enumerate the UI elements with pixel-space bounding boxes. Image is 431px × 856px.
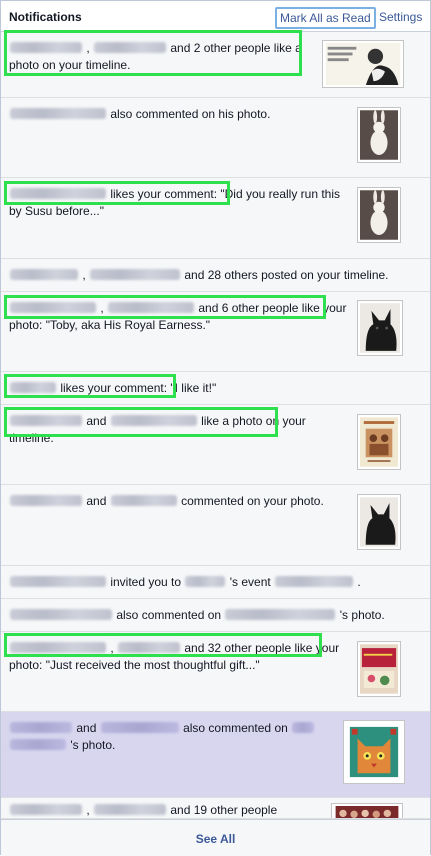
notification-text: , and 32 other people like your photo: "… (9, 640, 350, 674)
blurred-event-name[interactable] (275, 576, 354, 587)
notification-text: and also commented on 's photo. (9, 720, 334, 754)
blurred-name[interactable] (10, 269, 78, 280)
notification-item[interactable]: invited you to 's event . (1, 566, 430, 599)
notification-text-part: , (86, 41, 90, 55)
notification-text-part: invited you to (110, 575, 182, 589)
notification-text: likes your comment: "I like it!" (9, 380, 422, 397)
blurred-name[interactable] (10, 642, 106, 653)
notification-item-unread[interactable]: and also commented on 's photo. (1, 712, 430, 798)
blurred-name[interactable] (90, 269, 181, 280)
notification-thumbnail[interactable] (343, 720, 405, 784)
notification-thumbnail[interactable] (357, 300, 403, 356)
notification-item[interactable]: , and 6 other people like your photo: "T… (1, 292, 430, 372)
notification-text-part: and 28 others posted on your timeline. (184, 268, 389, 282)
notification-text-part: , (86, 803, 90, 817)
notification-item[interactable]: likes your comment: "I like it!" (1, 372, 430, 405)
notification-text-part: also commented on (116, 608, 222, 622)
blurred-name[interactable] (292, 722, 315, 733)
panel-title: Notifications (9, 10, 82, 24)
blurred-name[interactable] (10, 415, 82, 426)
vintage-print-image (360, 417, 398, 467)
notification-text-part: commented on your photo. (181, 494, 324, 508)
blurred-name[interactable] (108, 302, 195, 313)
notification-text: also commented on 's photo. (9, 607, 422, 624)
notification-text-part: , (110, 641, 114, 655)
notification-thumbnail[interactable] (357, 641, 401, 697)
notification-item[interactable]: also commented on his photo. (1, 98, 430, 178)
see-all-link[interactable]: See All (196, 832, 236, 846)
blurred-event-host[interactable] (185, 576, 226, 587)
notification-text: likes your comment: "Did you really run … (9, 186, 350, 220)
blurred-name[interactable] (10, 188, 106, 199)
notification-text: , and 19 other people (9, 802, 350, 818)
notification-thumbnail[interactable] (357, 494, 401, 550)
blurred-name[interactable] (100, 722, 179, 733)
blurred-name[interactable] (10, 609, 112, 620)
notifications-header: Notifications Mark All as Read Settings (1, 1, 430, 32)
blurred-name[interactable] (94, 804, 167, 815)
bunny-photo-image (360, 190, 398, 240)
blurred-name[interactable] (10, 804, 82, 815)
notification-thumbnail[interactable] (357, 187, 401, 243)
notification-thumbnail[interactable] (357, 107, 401, 163)
blurred-name[interactable] (110, 415, 197, 426)
mark-all-read-button[interactable]: Mark All as Read (275, 7, 376, 29)
notification-text-part: 's photo. (339, 608, 385, 622)
blurred-name[interactable] (225, 609, 336, 620)
notification-item[interactable]: also commented on 's photo. (1, 599, 430, 632)
notification-thumbnail[interactable] (322, 40, 404, 88)
notification-text: and like a photo on your timeline. (9, 413, 350, 447)
meme-card-image (325, 43, 401, 85)
notification-text: also commented on his photo. (9, 106, 350, 123)
notifications-footer: See All (1, 819, 430, 856)
notification-text-part: , (100, 301, 104, 315)
group-photo-image (335, 806, 399, 818)
notification-text-part: and (76, 721, 97, 735)
notification-thumbnail[interactable] (357, 414, 401, 470)
notification-text: invited you to 's event . (9, 574, 422, 591)
notification-text: and commented on your photo. (9, 493, 350, 510)
notification-item[interactable]: , and 2 other people like a photo on you… (1, 32, 430, 98)
blurred-name[interactable] (94, 42, 167, 53)
notification-text-part: and 19 other people (170, 803, 278, 817)
notification-item[interactable]: and commented on your photo. (1, 485, 430, 566)
settings-link[interactable]: Settings (379, 10, 422, 24)
notifications-panel: Notifications Mark All as Read Settings … (0, 0, 431, 856)
cat-art-image (346, 723, 402, 781)
blurred-name[interactable] (10, 42, 82, 53)
blurred-name[interactable] (10, 722, 72, 733)
blurred-name[interactable] (10, 382, 56, 393)
notification-item[interactable]: , and 32 other people like your photo: "… (1, 632, 430, 712)
notification-text: , and 2 other people like a photo on you… (9, 40, 318, 74)
notification-text-part: and (86, 414, 107, 428)
blurred-name[interactable] (10, 108, 106, 119)
notification-text-part: , (82, 268, 86, 282)
notification-text-part: 's event (229, 575, 271, 589)
dog-photo-image (360, 497, 398, 547)
notification-text-part: and (86, 494, 107, 508)
notification-text: , and 6 other people like your photo: "T… (9, 300, 350, 334)
notification-text-part: also commented on (183, 721, 288, 735)
bunny-photo-image (360, 110, 398, 160)
dog-photo-image (360, 303, 400, 353)
notification-text-part: 's photo. (70, 738, 116, 752)
blurred-name[interactable] (10, 302, 96, 313)
notification-text: , and 28 others posted on your timeline. (9, 267, 422, 284)
notification-thumbnail[interactable] (331, 803, 403, 818)
notification-text-part: . (357, 575, 361, 589)
notification-item[interactable]: likes your comment: "Did you really run … (1, 178, 430, 259)
blurred-name[interactable] (10, 739, 66, 750)
blurred-name[interactable] (118, 642, 181, 653)
blurred-name[interactable] (110, 495, 177, 506)
notification-item[interactable]: , and 19 other people (1, 798, 430, 819)
notification-text-part: likes your comment: "I like it!" (60, 381, 217, 395)
notification-text-part: also commented on his photo. (110, 107, 271, 121)
blurred-name[interactable] (10, 576, 106, 587)
notification-item[interactable]: , and 28 others posted on your timeline. (1, 259, 430, 292)
blurred-name[interactable] (10, 495, 82, 506)
notification-item[interactable]: and like a photo on your timeline. (1, 405, 430, 485)
gift-photo-image (360, 644, 398, 694)
